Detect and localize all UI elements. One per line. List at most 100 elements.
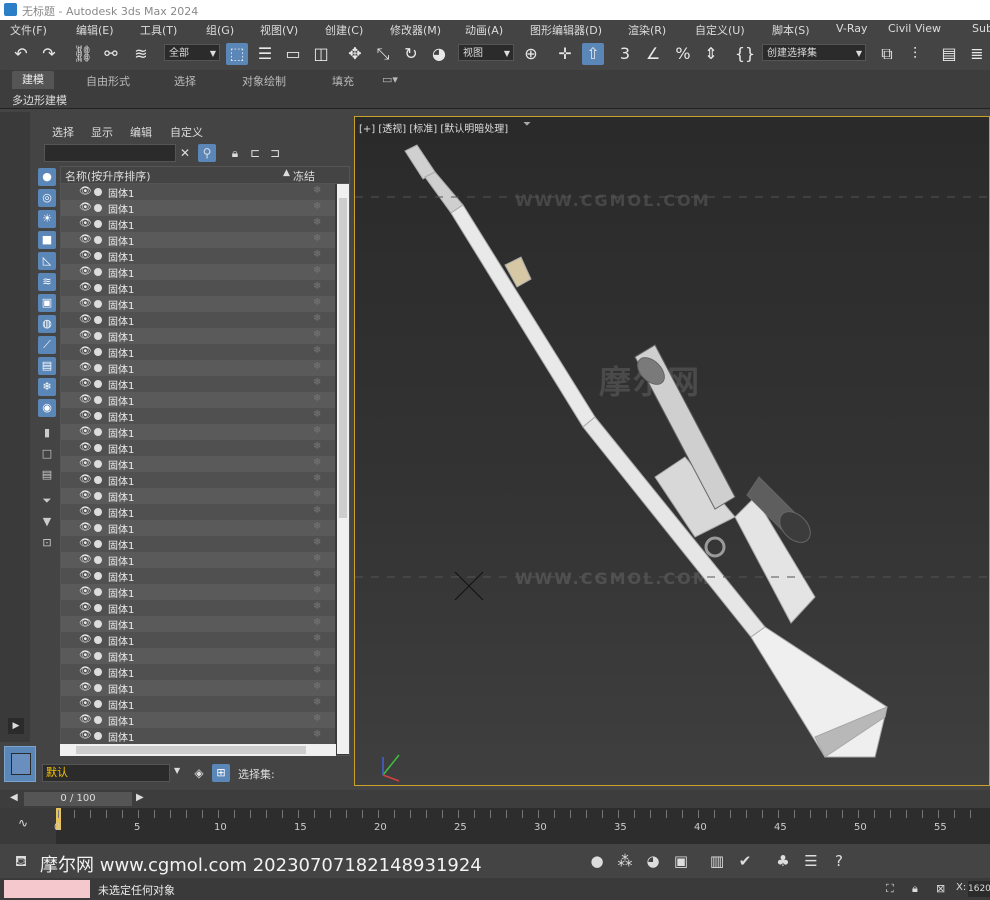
object-name[interactable]: 固体1 [108,617,134,632]
freeze-icon[interactable]: ❄ [313,201,321,212]
table-row[interactable]: 👁︎ 固体1 ❄ [61,472,335,488]
column-header-name[interactable]: 名称(按升序排序) [65,168,151,184]
table-row[interactable]: 👁︎ 固体1 ❄ [61,360,335,376]
explorer-menu-customize[interactable]: 自定义 [170,124,203,140]
object-name[interactable]: 固体1 [108,265,134,280]
coord-x-field[interactable]: 1620 [968,881,990,897]
material-palette-icon[interactable]: ◕ [642,850,664,872]
move-icon[interactable]: ✥ [344,43,366,65]
selection-set-icon[interactable]: ⊡ [38,534,56,552]
cameras-filter-icon[interactable]: ■ [38,231,56,249]
render-dot-icon[interactable] [94,492,102,500]
freeze-icon[interactable]: ❄ [313,521,321,532]
visibility-eye-icon[interactable]: 👁︎ [79,458,92,469]
space-warps-filter-icon[interactable]: ≋ [38,273,56,291]
pivot-center-icon[interactable]: ⊕ [520,43,542,65]
object-name[interactable]: 固体1 [108,185,134,200]
chevron-down-icon[interactable]: ▼ [174,766,180,775]
render-dot-icon[interactable] [94,652,102,660]
visibility-eye-icon[interactable]: 👁︎ [79,698,92,709]
object-name[interactable]: 固体1 [108,633,134,648]
explorer-menu-select[interactable]: 选择 [52,124,74,140]
xrefs-filter-icon[interactable]: ◍ [38,315,56,333]
lights-filter-icon[interactable]: ☀ [38,210,56,228]
object-name[interactable]: 固体1 [108,249,134,264]
scene-explorer-toggle-icon[interactable]: ▤ [938,43,960,65]
visibility-eye-icon[interactable]: 👁︎ [79,602,92,613]
particles-icon[interactable]: ⁂ [614,850,636,872]
visibility-eye-icon[interactable]: 👁︎ [79,362,92,373]
visibility-eye-icon[interactable]: 👁︎ [79,474,92,485]
visibility-eye-icon[interactable]: 👁︎ [79,298,92,309]
menu-edit[interactable]: 编辑(E) [76,22,114,38]
ribbon-tab-freeform[interactable]: 自由形式 [86,73,130,89]
spinner-snap-icon[interactable]: ⇕ [700,43,722,65]
search-input[interactable] [44,144,176,162]
edit-named-selection-icon[interactable]: {} [734,43,756,65]
render-dot-icon[interactable] [94,556,102,564]
render-dot-icon[interactable] [94,348,102,356]
freeze-icon[interactable]: ❄ [313,457,321,468]
render-dot-icon[interactable] [94,540,102,548]
lock-icon[interactable]: 🔒︎ [226,144,244,162]
expand-arrow-icon[interactable]: ▶ [8,718,24,734]
render-dot-icon[interactable] [94,620,102,628]
bind-space-warp-icon[interactable]: ≋ [130,43,152,65]
menu-file[interactable]: 文件(F) [10,22,47,38]
render-dot-icon[interactable] [94,316,102,324]
sphere-icon[interactable]: ● [586,850,608,872]
object-name[interactable]: 固体1 [108,297,134,312]
object-name[interactable]: 固体1 [108,393,134,408]
visibility-eye-icon[interactable]: 👁︎ [79,666,92,677]
object-name[interactable]: 固体1 [108,313,134,328]
render-dot-icon[interactable] [94,508,102,516]
place-icon[interactable]: ◕ [428,43,450,65]
render-dot-icon[interactable] [94,700,102,708]
freeze-icon[interactable]: ❄ [313,649,321,660]
table-row[interactable]: 👁︎ 固体1 ❄ [61,248,335,264]
freeze-icon[interactable]: ❄ [313,265,321,276]
render-dot-icon[interactable] [94,396,102,404]
render-dot-icon[interactable] [94,380,102,388]
object-name[interactable]: 固体1 [108,489,134,504]
render-dot-icon[interactable] [94,476,102,484]
object-name[interactable]: 固体1 [108,505,134,520]
menu-views[interactable]: 视图(V) [260,22,298,38]
object-name[interactable]: 固体1 [108,585,134,600]
visibility-eye-icon[interactable]: 👁︎ [79,490,92,501]
visibility-eye-icon[interactable]: 👁︎ [79,410,92,421]
object-name[interactable]: 固体1 [108,201,134,216]
isolate-icon[interactable]: ⛶ [886,882,894,896]
object-name[interactable]: 固体1 [108,425,134,440]
menu-substance[interactable]: Sub [972,22,990,35]
polygon-modeling-label[interactable]: 多边形建模 [12,92,67,108]
named-selection-dropdown[interactable]: 创建选择集 ▼ [762,44,866,61]
unlink-icon[interactable]: ⚯ [100,43,122,65]
object-name[interactable]: 固体1 [108,345,134,360]
keyboard-shortcut-override-icon[interactable]: ⇧ [582,43,604,65]
render-dot-icon[interactable] [94,732,102,740]
render-dot-icon[interactable] [94,684,102,692]
populate-icon[interactable]: ♣ [772,850,794,872]
shapes-filter-icon[interactable]: ◎ [38,189,56,207]
invert-display-icon[interactable]: ▤ [38,466,56,484]
render-dot-icon[interactable] [94,204,102,212]
table-row[interactable]: 👁︎ 固体1 ❄ [61,536,335,552]
freeze-icon[interactable]: ❄ [313,233,321,244]
maxscript-listener[interactable] [4,880,90,898]
visibility-eye-icon[interactable]: 👁︎ [79,714,92,725]
freeze-icon[interactable]: ❄ [313,409,321,420]
redo-icon[interactable]: ↷ [38,43,60,65]
freeze-icon[interactable]: ❄ [313,249,321,260]
freeze-icon[interactable]: ❄ [313,345,321,356]
object-name[interactable]: 固体1 [108,281,134,296]
object-name[interactable]: 固体1 [108,729,134,744]
table-row[interactable]: 👁︎ 固体1 ❄ [61,200,335,216]
table-row[interactable]: 👁︎ 固体1 ❄ [61,488,335,504]
render-dot-icon[interactable] [94,268,102,276]
freeze-icon[interactable]: ❄ [313,185,321,196]
select-manipulate-icon[interactable]: ✛ [554,43,576,65]
arnold-icon[interactable]: ✔ [734,850,756,872]
render-dot-icon[interactable] [94,444,102,452]
sort-hierarchy-icon[interactable]: ⊐ [266,144,284,162]
